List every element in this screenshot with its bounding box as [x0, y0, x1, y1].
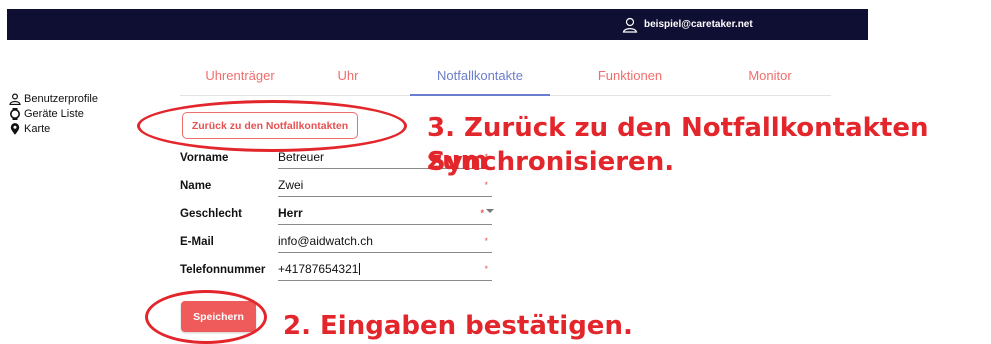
gender-select[interactable]: Herr *	[278, 206, 494, 225]
tab-bar: Uhrenträger Uhr Notfallkontakte Funktion…	[180, 64, 831, 96]
required-mark: *	[484, 180, 488, 190]
email-input[interactable]: info@aidwatch.ch *	[278, 234, 492, 253]
user-menu[interactable]: beispiel@caretaker.net	[622, 9, 753, 40]
required-mark: *	[480, 208, 484, 218]
tab-monitor[interactable]: Monitor	[710, 64, 830, 94]
tab-uhr[interactable]: Uhr	[305, 64, 391, 94]
sidebar-item-benutzerprofile[interactable]: Benutzerprofile	[9, 91, 98, 106]
gender-value: Herr	[278, 206, 303, 220]
person-icon	[9, 92, 21, 105]
phone-label: Telefonnummer	[180, 264, 266, 276]
gender-label: Geschlecht	[180, 208, 242, 220]
map-pin-icon	[10, 122, 20, 135]
highlight-ring-save-button	[145, 290, 267, 344]
sidebar-item-label: Geräte Liste	[24, 107, 84, 120]
phone-value: +41787654321	[278, 262, 359, 276]
sidebar-item-karte[interactable]: Karte	[9, 121, 98, 136]
phone-input[interactable]: +41787654321 *	[278, 262, 492, 281]
watch-icon	[10, 107, 20, 120]
tab-notfallkontakte[interactable]: Notfallkontakte	[410, 64, 550, 96]
text-cursor	[359, 263, 361, 275]
first-name-label: Vorname	[180, 152, 229, 164]
user-email: beispiel@caretaker.net	[644, 19, 753, 30]
sidebar-item-label: Benutzerprofile	[24, 92, 98, 105]
tab-funktionen[interactable]: Funktionen	[565, 64, 695, 94]
annotation-step2: 2. Eingaben bestätigen.	[283, 311, 633, 341]
last-name-label: Name	[180, 180, 212, 192]
top-bar: beispiel@caretaker.net	[7, 9, 868, 40]
tab-uhrentraeger[interactable]: Uhrenträger	[180, 64, 300, 94]
last-name-value: Zwei	[278, 178, 304, 192]
required-mark: *	[484, 236, 488, 246]
annotation-step3-line2: Synchronisieren.	[427, 147, 675, 177]
email-value: info@aidwatch.ch	[278, 234, 373, 248]
last-name-input[interactable]: Zwei *	[278, 178, 492, 197]
highlight-ring-back-button	[137, 100, 407, 152]
email-label: E-Mail	[180, 236, 214, 248]
sidebar-item-label: Karte	[24, 122, 51, 135]
required-mark: *	[484, 264, 488, 274]
chevron-down-icon	[486, 209, 494, 213]
sidebar-item-geraete-liste[interactable]: Geräte Liste	[9, 106, 98, 121]
first-name-value: Betreuer	[278, 150, 325, 164]
sidebar: Benutzerprofile Geräte Liste Karte	[9, 91, 98, 136]
user-icon	[622, 17, 638, 33]
